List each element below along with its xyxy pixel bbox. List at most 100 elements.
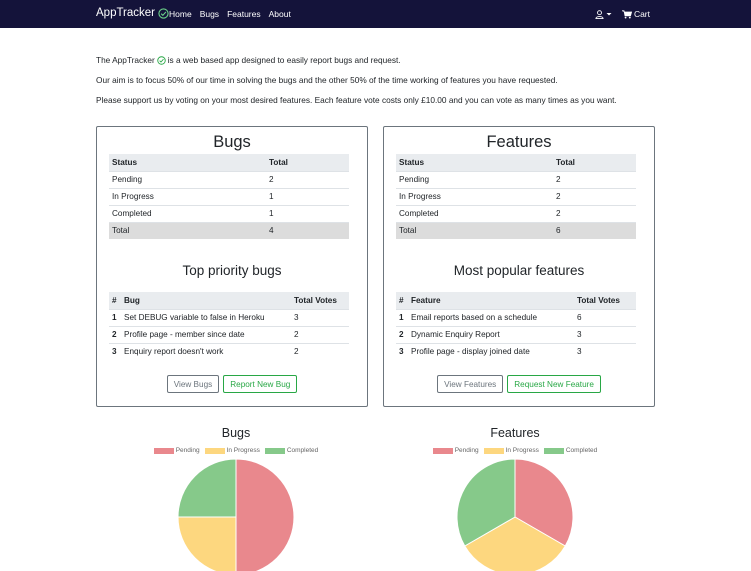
table-header-row: # Feature Total Votes xyxy=(396,292,636,309)
total-label: Total xyxy=(396,221,553,239)
column-header: Feature xyxy=(408,292,574,309)
cart-icon xyxy=(621,9,632,18)
total-cell: 2 xyxy=(553,187,636,205)
status-cell: Pending xyxy=(109,170,266,188)
column-header: Total xyxy=(553,154,636,171)
table-row: 1 Set DEBUG variable to false in Heroku … xyxy=(109,308,349,326)
report-new-bug-button[interactable]: Report New Bug xyxy=(223,375,298,393)
table-header-row: # Bug Total Votes xyxy=(109,292,349,309)
votes-cell: 3 xyxy=(291,308,349,326)
total-value: 6 xyxy=(553,221,636,239)
brand-logo[interactable]: AppTracker xyxy=(96,7,169,19)
total-value: 4 xyxy=(266,221,349,239)
status-cell: In Progress xyxy=(109,187,266,205)
cart-label: Cart xyxy=(633,9,650,19)
pie-svg xyxy=(456,458,574,571)
column-header: Status xyxy=(109,154,266,171)
features-card: Features Status Total Pending 2 In Progr… xyxy=(383,126,655,407)
table-header-row: Status Total xyxy=(109,154,349,171)
column-header: Status xyxy=(396,154,553,171)
table-row: 2 Dynamic Enquiry Report 3 xyxy=(396,325,636,343)
rank-cell: 2 xyxy=(396,325,408,343)
bug-name-cell: Set DEBUG variable to false in Heroku xyxy=(121,308,291,326)
votes-cell: 6 xyxy=(574,308,636,326)
features-card-actions: View Features Request New Feature xyxy=(384,375,654,393)
votes-cell: 3 xyxy=(574,325,636,343)
total-row: Total 6 xyxy=(396,221,636,239)
table-row: In Progress 1 xyxy=(109,187,349,205)
table-row: 2 Profile page - member since date 2 xyxy=(109,325,349,343)
column-header: # xyxy=(396,292,408,309)
caret-down-icon xyxy=(606,13,612,16)
nav-about-link[interactable]: About xyxy=(269,9,291,19)
rank-cell: 1 xyxy=(109,308,121,326)
features-pie-chart: Features Pending In Progress Completed xyxy=(375,424,655,571)
request-new-feature-button[interactable]: Request New Feature xyxy=(507,375,601,393)
bug-name-cell: Enquiry report doesn't work xyxy=(121,342,291,360)
pie-slice-pending[interactable] xyxy=(235,458,295,571)
table-row: 1 Email reports based on a schedule 6 xyxy=(396,308,636,326)
feature-name-cell: Dynamic Enquiry Report xyxy=(408,325,574,343)
top-priority-bugs-table: # Bug Total Votes 1 Set DEBUG variable t… xyxy=(109,292,349,360)
nav-bugs-link[interactable]: Bugs xyxy=(200,9,219,19)
navbar: AppTracker Home Bugs Features About Cart xyxy=(0,0,751,28)
most-popular-features-table: # Feature Total Votes 1 Email reports ba… xyxy=(396,292,636,360)
column-header: Total Votes xyxy=(291,292,349,309)
pie-slice-completed[interactable] xyxy=(177,458,237,518)
column-header: Total Votes xyxy=(574,292,636,309)
features-status-table: Status Total Pending 2 In Progress 2 Com… xyxy=(396,154,636,239)
view-features-button[interactable]: View Features xyxy=(437,375,504,393)
table-row: Pending 2 xyxy=(396,170,636,188)
nav-home-link[interactable]: Home xyxy=(169,9,192,19)
top-priority-bugs-title: Top priority bugs xyxy=(182,263,282,278)
most-popular-features-title: Most popular features xyxy=(453,263,585,278)
brand-name: AppTracker xyxy=(96,7,156,19)
status-cell: Pending xyxy=(396,170,553,188)
user-menu-dropdown[interactable] xyxy=(595,9,612,19)
bugs-card: Bugs Status Total Pending 2 In Progress … xyxy=(96,126,368,407)
status-cell: Completed xyxy=(109,204,266,222)
check-circle-icon xyxy=(157,56,166,65)
bugs-card-actions: View Bugs Report New Bug xyxy=(97,375,367,393)
intro-line-1: The AppTracker is a web based app design… xyxy=(96,56,696,65)
table-row: Completed 1 xyxy=(109,204,349,222)
feature-name-cell: Profile page - display joined date xyxy=(408,342,574,360)
table-row: 3 Profile page - display joined date 3 xyxy=(396,342,636,360)
intro-line-1-end: is a web based app designed to easily re… xyxy=(167,55,401,65)
intro-line-2: Our aim is to focus 50% of our time in s… xyxy=(96,75,558,85)
features-card-title: Features xyxy=(486,133,552,151)
feature-name-cell: Email reports based on a schedule xyxy=(408,308,574,326)
intro-section: The AppTracker is a web based app design… xyxy=(96,56,696,116)
bugs-card-title: Bugs xyxy=(213,133,251,151)
column-header: Total xyxy=(266,154,349,171)
total-cell: 1 xyxy=(266,204,349,222)
votes-cell: 2 xyxy=(291,325,349,343)
status-cell: In Progress xyxy=(396,187,553,205)
check-circle-icon xyxy=(158,7,169,19)
table-row: 3 Enquiry report doesn't work 2 xyxy=(109,342,349,360)
status-cell: Completed xyxy=(396,204,553,222)
user-icon xyxy=(595,9,604,19)
intro-line-3: Please support us by voting on your most… xyxy=(96,95,617,105)
rank-cell: 3 xyxy=(109,342,121,360)
nav-features-link[interactable]: Features xyxy=(227,9,261,19)
bug-name-cell: Profile page - member since date xyxy=(121,325,291,343)
view-bugs-button[interactable]: View Bugs xyxy=(166,375,220,393)
total-label: Total xyxy=(109,221,266,239)
total-cell: 1 xyxy=(266,187,349,205)
votes-cell: 3 xyxy=(574,342,636,360)
table-row: Completed 2 xyxy=(396,204,636,222)
pie-slice-in-progress[interactable] xyxy=(177,516,237,571)
total-row: Total 4 xyxy=(109,221,349,239)
votes-cell: 2 xyxy=(291,342,349,360)
bugs-pie-chart: Bugs Pending In Progress Completed xyxy=(96,424,376,571)
table-header-row: Status Total xyxy=(396,154,636,171)
pie-svg xyxy=(177,458,295,571)
cart-link[interactable]: Cart xyxy=(621,9,650,19)
column-header: # xyxy=(109,292,121,309)
intro-line-1-start: The AppTracker xyxy=(96,55,155,65)
table-row: Pending 2 xyxy=(109,170,349,188)
total-cell: 2 xyxy=(266,170,349,188)
bugs-status-table: Status Total Pending 2 In Progress 1 Com… xyxy=(109,154,349,239)
column-header: Bug xyxy=(121,292,291,309)
